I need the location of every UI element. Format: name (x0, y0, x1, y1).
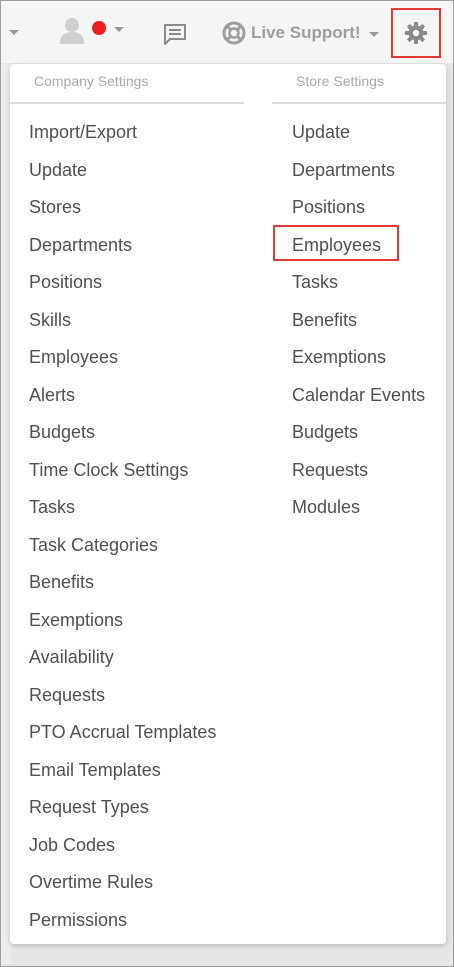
company-settings-item-time-clock-settings[interactable]: Time Clock Settings (29, 459, 188, 481)
company-settings-item-request-types[interactable]: Request Types (29, 796, 149, 818)
store-settings-item-update[interactable]: Update (292, 121, 350, 143)
company-settings-item-employees[interactable]: Employees (29, 346, 118, 368)
chat-icon[interactable] (163, 23, 187, 45)
company-settings-item-tasks[interactable]: Tasks (29, 496, 75, 518)
company-settings-item-import-export[interactable]: Import/Export (29, 121, 137, 143)
store-settings-item-benefits[interactable]: Benefits (292, 309, 357, 331)
gear-icon (405, 22, 427, 44)
company-settings-item-stores[interactable]: Stores (29, 196, 81, 218)
company-settings-divider (10, 102, 244, 104)
settings-gear-button[interactable] (391, 8, 441, 58)
store-settings-divider (272, 102, 446, 104)
store-settings-item-calendar-events[interactable]: Calendar Events (292, 384, 425, 406)
store-settings-header: Store Settings (296, 73, 384, 89)
company-settings-item-job-codes[interactable]: Job Codes (29, 834, 115, 856)
company-settings-header: Company Settings (34, 73, 149, 89)
top-navigation-bar: Live Support! (1, 1, 453, 63)
company-settings-item-alerts[interactable]: Alerts (29, 384, 75, 406)
notification-dot[interactable] (92, 21, 106, 35)
company-settings-item-permissions[interactable]: Permissions (29, 909, 127, 931)
store-settings-item-positions[interactable]: Positions (292, 196, 365, 218)
company-settings-item-availability[interactable]: Availability (29, 646, 114, 668)
store-settings-item-tasks[interactable]: Tasks (292, 271, 338, 293)
store-settings-item-departments[interactable]: Departments (292, 159, 395, 181)
company-settings-item-budgets[interactable]: Budgets (29, 421, 95, 443)
company-settings-item-requests[interactable]: Requests (29, 684, 105, 706)
support-caret-icon (368, 31, 379, 37)
company-settings-item-pto-accrual-templates[interactable]: PTO Accrual Templates (29, 721, 216, 743)
store-settings-item-exemptions[interactable]: Exemptions (292, 346, 386, 368)
company-settings-item-benefits[interactable]: Benefits (29, 571, 94, 593)
company-settings-item-skills[interactable]: Skills (29, 309, 71, 331)
user-menu-caret-icon[interactable] (114, 27, 124, 32)
live-support-label: Live Support! (251, 23, 361, 42)
settings-dropdown-menu: Company Settings Import/Export Update Stor… (10, 64, 446, 944)
company-settings-item-email-templates[interactable]: Email Templates (29, 759, 161, 781)
company-settings-item-positions[interactable]: Positions (29, 271, 102, 293)
company-settings-item-overtime-rules[interactable]: Overtime Rules (29, 871, 153, 893)
employees-highlight-box (273, 225, 399, 261)
company-settings-item-departments[interactable]: Departments (29, 234, 132, 256)
company-settings-item-exemptions[interactable]: Exemptions (29, 609, 123, 631)
store-settings-item-requests[interactable]: Requests (292, 459, 368, 481)
caret-down-icon[interactable] (9, 30, 19, 35)
user-avatar-icon[interactable] (59, 16, 85, 44)
company-settings-item-update[interactable]: Update (29, 159, 87, 181)
company-settings-item-task-categories[interactable]: Task Categories (29, 534, 158, 556)
live-support-button[interactable]: Live Support! (222, 19, 379, 47)
store-settings-item-budgets[interactable]: Budgets (292, 421, 358, 443)
store-settings-item-modules[interactable]: Modules (292, 496, 360, 518)
life-ring-icon (222, 21, 246, 45)
